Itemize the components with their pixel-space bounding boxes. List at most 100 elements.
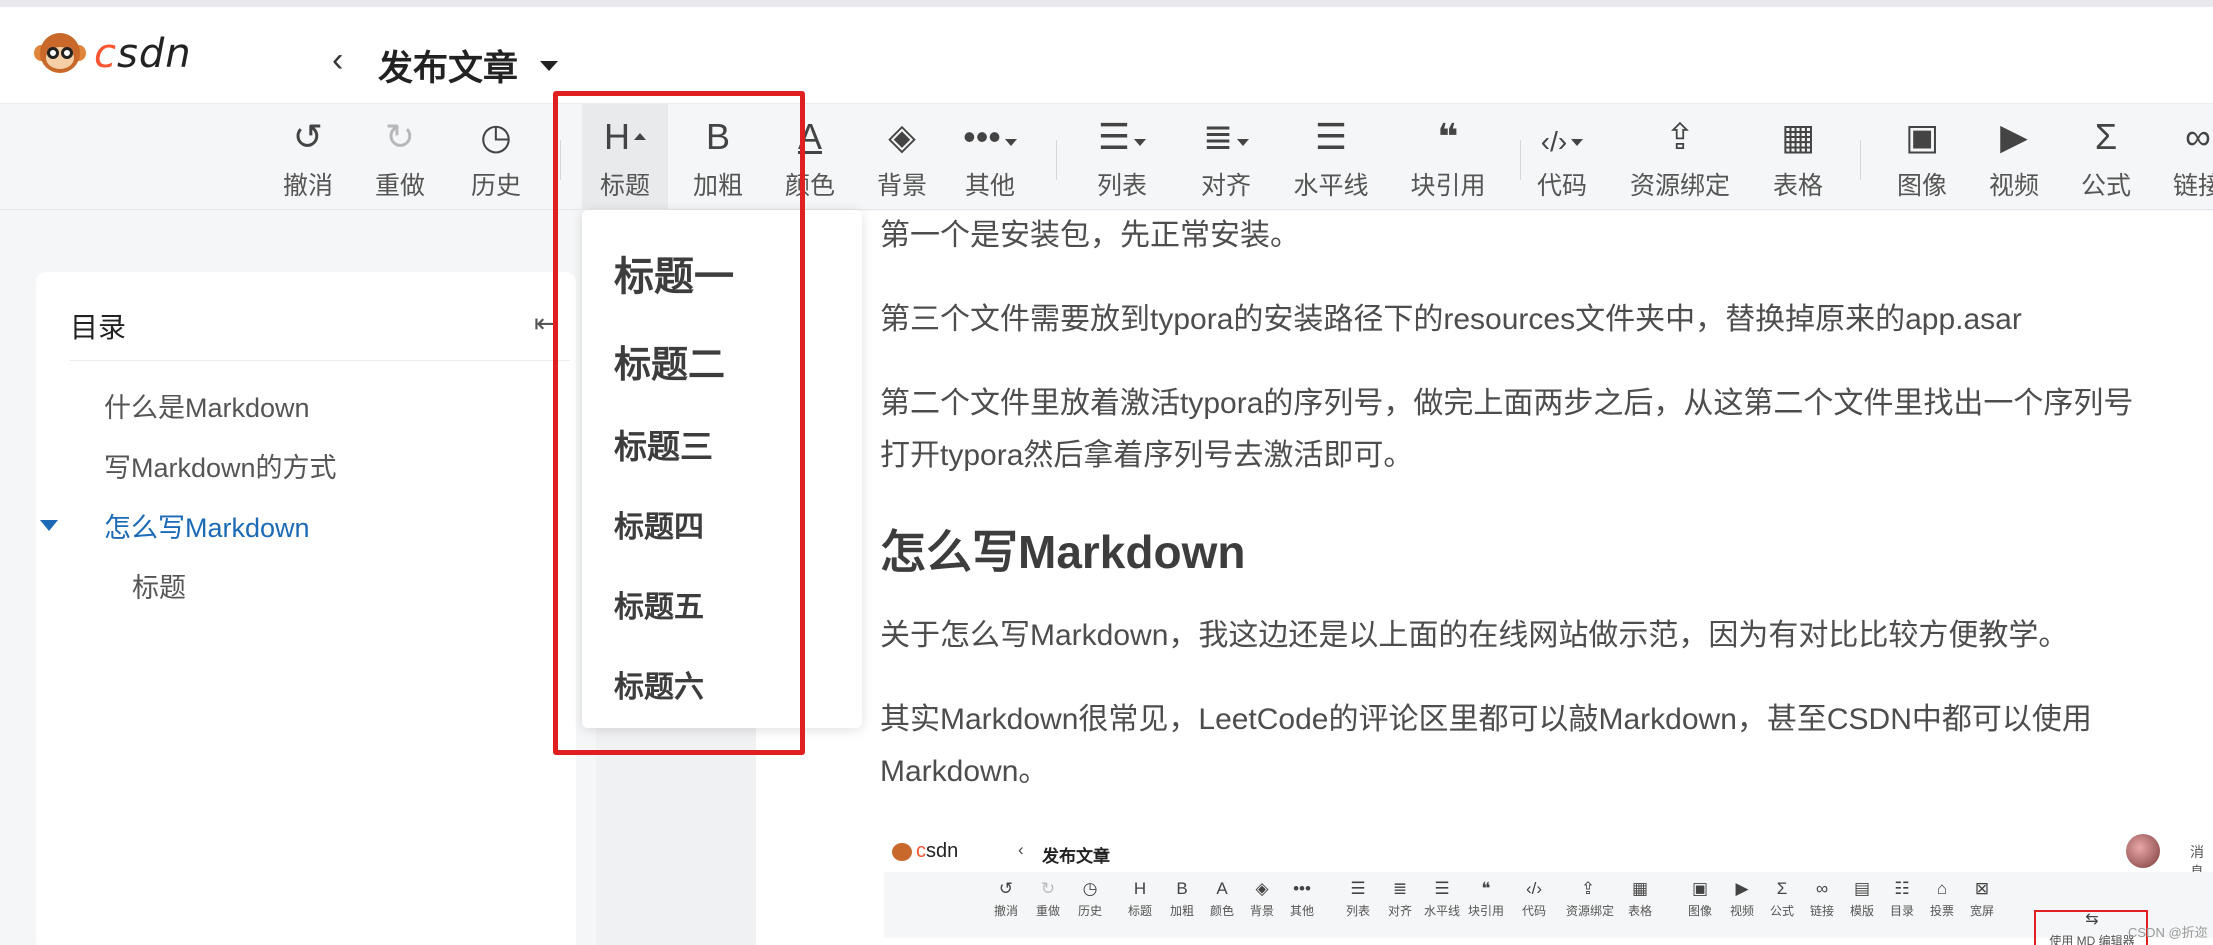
embedded-tool: ◷ 历史 [1077, 879, 1102, 918]
embedded-tool: ☰ 列表 [1345, 879, 1370, 918]
embedded-title: 发布文章 [1042, 847, 1110, 866]
history-button[interactable]: ◷ 历史 [468, 104, 524, 210]
resource-bind-icon: ⇪ [1664, 116, 1696, 157]
paragraph[interactable]: 第一个是安装包，先正常安装。 [880, 210, 1300, 262]
code-label: 代码 [1536, 172, 1587, 200]
background-fill-icon: ◈ [888, 116, 916, 157]
history-icon: ◷ [480, 116, 512, 157]
formula-button[interactable]: Σ 公式 [2078, 104, 2134, 210]
logo-text: csdn [94, 31, 192, 77]
blockquote-label: 块引用 [1410, 172, 1486, 200]
history-label: 历史 [470, 172, 521, 200]
undo-icon: ↺ [292, 116, 324, 157]
expand-triangle-icon[interactable] [40, 520, 58, 531]
resource-bind-button[interactable]: ⇪ 资源绑定 [1626, 104, 1734, 210]
csdn-logo[interactable]: csdn [34, 31, 192, 77]
chevron-down-icon[interactable] [540, 61, 558, 71]
align-button[interactable]: ≣ 对齐 [1194, 104, 1258, 210]
horizontal-rule-icon: ☰ [1314, 116, 1348, 157]
horizontal-rule-button[interactable]: ☰ 水平线 [1292, 104, 1370, 210]
chevron-left-icon[interactable]: ‹ [332, 41, 343, 80]
avatar [2126, 834, 2160, 868]
paragraph[interactable]: 第三个文件需要放到typora的安装路径下的resources文件夹中，替换掉原… [880, 294, 2022, 346]
code-icon: ‹/› [1541, 104, 1584, 158]
link-button[interactable]: ∞ 链接 [2170, 104, 2213, 210]
background-button[interactable]: ◈ 背景 [874, 104, 930, 210]
align-label: 对齐 [1200, 172, 1251, 200]
embedded-tool: ▶ 视频 [1729, 879, 1754, 918]
watermark: CSDN @折迩 [2128, 925, 2208, 940]
top-header: csdn ‹ 发布文章 [0, 0, 2213, 104]
table-of-contents: 目录 ⇤ [36, 272, 576, 945]
redo-icon: ↻ [384, 116, 416, 157]
video-label: 视频 [1988, 172, 2039, 200]
blockquote-button[interactable]: ❝ 块引用 [1408, 104, 1488, 210]
horizontal-rule-label: 水平线 [1293, 172, 1369, 200]
embedded-tool: ◈ 背景 [1249, 879, 1274, 918]
paragraph[interactable]: Markdown。 [880, 746, 1048, 798]
redo-label: 重做 [374, 172, 425, 200]
paragraph[interactable]: 打开typora然后拿着序列号去激活即可。 [880, 430, 1413, 482]
embedded-screenshot: csdn ‹ 发布文章 消息 ↺撤消 ↻重做 ◷历史 H标题 B加粗 A颜色 ◈… [880, 822, 2213, 945]
undo-label: 撤消 [282, 172, 333, 200]
embedded-tool: ▦ 表格 [1627, 879, 1652, 918]
table-button[interactable]: ▦ 表格 [1770, 104, 1826, 210]
toc-item-ways-to-write[interactable]: 写Markdown的方式 [104, 446, 337, 485]
table-icon: ▦ [1780, 116, 1815, 157]
list-button[interactable]: ☰ 列表 [1090, 104, 1154, 210]
paragraph[interactable]: 其实Markdown很常见，LeetCode的评论区里都可以敲Markdown，… [880, 694, 2092, 746]
toolbar-divider [1520, 140, 1521, 180]
embedded-chevron-left-icon: ‹ [1018, 840, 1024, 859]
link-icon: ∞ [2185, 116, 2211, 157]
embedded-tool: ↻ 重做 [1035, 879, 1060, 918]
embedded-tool: ⌂ 投票 [1929, 879, 1954, 918]
embedded-tool: ❝ 块引用 [1467, 879, 1504, 918]
content-heading[interactable]: 怎么写Markdown [880, 516, 1245, 582]
list-icon: ☰ [1098, 104, 1147, 158]
toc-title: 目录 [70, 312, 127, 343]
embedded-tool: ▣ 图像 [1687, 879, 1712, 918]
embedded-logo: csdn [892, 840, 958, 863]
toc-divider [70, 360, 570, 361]
embedded-tool: H 标题 [1127, 879, 1152, 918]
paragraph[interactable]: 关于怎么写Markdown，我这边还是以上面的在线网站做示范，因为有对比比较方便… [880, 610, 2068, 662]
paragraph[interactable]: 第二个文件里放着激活typora的序列号，做完上面两步之后，从这第二个文件里找出… [880, 378, 2133, 430]
page-title[interactable]: 发布文章 [378, 40, 518, 91]
redo-button[interactable]: ↻ 重做 [372, 104, 428, 210]
embedded-tool: A 颜色 [1209, 879, 1234, 918]
list-label: 列表 [1096, 172, 1147, 200]
more-button[interactable]: ••• 其他 [958, 104, 1022, 210]
blockquote-icon: ❝ [1437, 116, 1459, 157]
embedded-tool: ∞ 链接 [1809, 879, 1834, 918]
more-label: 其他 [964, 172, 1015, 200]
formula-label: 公式 [2080, 172, 2131, 200]
embedded-tool: Σ 公式 [1769, 879, 1794, 918]
toc-item-what-is-markdown[interactable]: 什么是Markdown [104, 386, 310, 425]
embedded-tool: ⇪ 资源绑定 [1566, 879, 1615, 918]
embedded-tool: ⇆ [2085, 911, 2099, 928]
embedded-tool: ⊠ 宽屏 [1969, 879, 1994, 918]
embedded-tool: ‹/› 代码 [1521, 879, 1546, 918]
embedded-tool: ••• 其他 [1289, 879, 1314, 918]
toc-item-how-to-write[interactable]: 怎么写Markdown [104, 506, 310, 545]
table-label: 表格 [1772, 172, 1823, 200]
link-label: 链接 [2172, 172, 2213, 200]
image-icon: ▣ [1904, 116, 1939, 157]
annotation-highlight-box [553, 91, 805, 755]
embedded-tool: ☷ 目录 [1889, 879, 1914, 918]
embedded-tool: ≣ 对齐 [1387, 879, 1412, 918]
align-icon: ≣ [1203, 104, 1250, 158]
code-button[interactable]: ‹/› 代码 [1530, 104, 1594, 210]
toolbar-divider [1056, 140, 1057, 180]
editor-toolbar: ↺ 撤消 ↻ 重做 ◷ 历史 H 标题 B 加粗 A 颜色 ◈ 背景 ••• 其… [0, 104, 2213, 210]
toc-item-heading[interactable]: 标题 [132, 566, 186, 605]
more-icon: ••• [963, 104, 1017, 158]
image-button[interactable]: ▣ 图像 [1894, 104, 1950, 210]
undo-button[interactable]: ↺ 撤消 [280, 104, 336, 210]
embedded-tool: ☰ 水平线 [1423, 879, 1460, 918]
formula-icon: Σ [2094, 116, 2118, 157]
resource-bind-label: 资源绑定 [1629, 172, 1730, 200]
embedded-toolbar: ↺ 撤消 ↻ 重做 ◷ 历史 H 标题 B 加粗 A 颜色 ◈ 背景 ••• 其他 ☰ 列表 ≣ 对… [884, 872, 2213, 945]
video-button[interactable]: ▶ 视频 [1986, 104, 2042, 210]
video-icon: ▶ [2000, 116, 2028, 157]
